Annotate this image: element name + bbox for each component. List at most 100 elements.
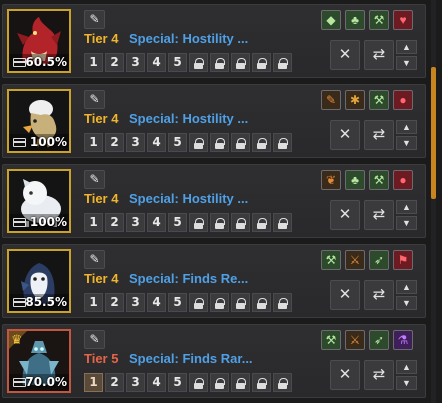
- wasp-skill-icon[interactable]: ✱: [345, 90, 365, 110]
- special-ability-label[interactable]: Special: Hostility ...: [129, 111, 248, 126]
- fish-skill-icon[interactable]: ◆: [321, 10, 341, 30]
- level-1-button[interactable]: 1: [84, 373, 103, 392]
- potion-skill-icon[interactable]: ⚗: [393, 330, 413, 350]
- axe-skill-icon[interactable]: ⚔: [345, 330, 365, 350]
- move-up-button[interactable]: ▲: [396, 280, 417, 294]
- unequip-tools-button[interactable]: ✕: [330, 200, 360, 230]
- level-1-button[interactable]: 1: [84, 213, 103, 232]
- move-up-button[interactable]: ▲: [396, 360, 417, 374]
- pencil-icon: ✎: [89, 12, 100, 26]
- meat-skill-icon[interactable]: ●: [393, 170, 413, 190]
- leaf-skill-icon[interactable]: ❦: [321, 170, 341, 190]
- unequip-tools-button[interactable]: ✕: [330, 40, 360, 70]
- level-1-button[interactable]: 1: [84, 293, 103, 312]
- tier-label: Tier 4: [84, 191, 119, 206]
- move-up-button[interactable]: ▲: [396, 120, 417, 134]
- edit-name-button[interactable]: ✎: [84, 250, 105, 269]
- shovel-skill-icon[interactable]: ⚑: [393, 250, 413, 270]
- transfer-button[interactable]: ⇄: [364, 280, 394, 310]
- level-5-button[interactable]: 5: [168, 133, 187, 152]
- locked-slot-lock-icon: [231, 133, 250, 152]
- level-2-button[interactable]: 2: [105, 133, 124, 152]
- meat-skill-icon[interactable]: ●: [393, 90, 413, 110]
- creature-card[interactable]: 60.5% ✎ Tier 4 Special: Hostility ... 1 …: [2, 4, 426, 78]
- scrollbar-thumb[interactable]: [431, 67, 436, 199]
- move-down-button[interactable]: ▼: [396, 296, 417, 310]
- locked-slot-lock-icon: [252, 213, 271, 232]
- edit-name-button[interactable]: ✎: [84, 170, 105, 189]
- level-1-button[interactable]: 1: [84, 53, 103, 72]
- edit-name-button[interactable]: ✎: [84, 330, 105, 349]
- creature-portrait[interactable]: 100%: [7, 169, 71, 233]
- unequip-tools-button[interactable]: ✕: [330, 280, 360, 310]
- pickaxe-skill-icon[interactable]: ⚒: [321, 330, 341, 350]
- level-5-button[interactable]: 5: [168, 53, 187, 72]
- percent-value: 100%: [29, 215, 67, 229]
- level-2-button[interactable]: 2: [105, 213, 124, 232]
- move-up-button[interactable]: ▲: [396, 40, 417, 54]
- branch-skill-icon[interactable]: ✎: [321, 90, 341, 110]
- pickaxe-skill-icon[interactable]: ⚒: [369, 170, 389, 190]
- reorder-controls: ▲ ▼: [396, 280, 417, 310]
- level-2-button[interactable]: 2: [105, 373, 124, 392]
- reorder-controls: ▲ ▼: [396, 360, 417, 390]
- level-4-button[interactable]: 4: [147, 213, 166, 232]
- creature-card[interactable]: 100% ✎ Tier 4 Special: Hostility ... 1 2…: [2, 164, 426, 238]
- move-down-button[interactable]: ▼: [396, 56, 417, 70]
- level-5-button[interactable]: 5: [168, 293, 187, 312]
- clover-skill-icon[interactable]: ♣: [345, 10, 365, 30]
- pickaxe-skill-icon[interactable]: ⚒: [369, 10, 389, 30]
- feather-skill-icon[interactable]: ➶: [369, 330, 389, 350]
- transfer-button[interactable]: ⇄: [364, 40, 394, 70]
- creature-portrait[interactable]: 60.5%: [7, 9, 71, 73]
- transfer-button[interactable]: ⇄: [364, 360, 394, 390]
- creature-portrait[interactable]: 85.5%: [7, 249, 71, 313]
- unequip-tools-button[interactable]: ✕: [330, 360, 360, 390]
- level-4-button[interactable]: 4: [147, 53, 166, 72]
- pickaxe-skill-icon[interactable]: ⚒: [321, 250, 341, 270]
- scroll-track[interactable]: [431, 0, 436, 403]
- move-down-button[interactable]: ▼: [396, 136, 417, 150]
- creature-portrait[interactable]: ♛ 70.0%: [7, 329, 71, 393]
- creature-portrait[interactable]: 100%: [7, 89, 71, 153]
- special-ability-label[interactable]: Special: Finds Rar...: [129, 351, 253, 366]
- pickaxe-skill-icon[interactable]: ⚒: [369, 90, 389, 110]
- level-5-button[interactable]: 5: [168, 373, 187, 392]
- level-3-button[interactable]: 3: [126, 293, 145, 312]
- special-ability-label[interactable]: Special: Finds Re...: [129, 271, 248, 286]
- axe-skill-icon[interactable]: ⚔: [345, 250, 365, 270]
- transfer-button[interactable]: ⇄: [364, 200, 394, 230]
- level-2-button[interactable]: 2: [105, 293, 124, 312]
- creature-card[interactable]: ♛ 70.0% ✎ Tier 5 Special: Finds Rar... 1…: [2, 324, 426, 398]
- special-ability-label[interactable]: Special: Hostility ...: [129, 191, 248, 206]
- level-3-button[interactable]: 3: [126, 213, 145, 232]
- move-up-button[interactable]: ▲: [396, 200, 417, 214]
- unequip-tools-button[interactable]: ✕: [330, 120, 360, 150]
- level-3-button[interactable]: 3: [126, 133, 145, 152]
- level-5-button[interactable]: 5: [168, 213, 187, 232]
- level-4-button[interactable]: 4: [147, 133, 166, 152]
- transfer-arrows-icon: ⇄: [372, 366, 386, 383]
- feather-skill-icon[interactable]: ➶: [369, 250, 389, 270]
- heart-skill-icon[interactable]: ♥: [393, 10, 413, 30]
- special-ability-label[interactable]: Special: Hostility ...: [129, 31, 248, 46]
- level-4-button[interactable]: 4: [147, 293, 166, 312]
- level-3-button[interactable]: 3: [126, 373, 145, 392]
- clover-skill-icon[interactable]: ♣: [345, 170, 365, 190]
- locked-slot-lock-icon: [273, 293, 292, 312]
- edit-name-button[interactable]: ✎: [84, 10, 105, 29]
- creature-card[interactable]: 100% ✎ Tier 4 Special: Hostility ... 1 2…: [2, 84, 426, 158]
- level-4-button[interactable]: 4: [147, 373, 166, 392]
- creature-card[interactable]: 85.5% ✎ Tier 4 Special: Finds Re... 1 2 …: [2, 244, 426, 318]
- transfer-arrows-icon: ⇄: [372, 206, 386, 223]
- transfer-button[interactable]: ⇄: [364, 120, 394, 150]
- tier-label: Tier 4: [84, 111, 119, 126]
- level-2-button[interactable]: 2: [105, 53, 124, 72]
- move-down-button[interactable]: ▼: [396, 376, 417, 390]
- level-3-button[interactable]: 3: [126, 53, 145, 72]
- move-down-button[interactable]: ▼: [396, 216, 417, 230]
- pencil-icon: ✎: [89, 332, 100, 346]
- level-1-button[interactable]: 1: [84, 133, 103, 152]
- locked-slot-lock-icon: [210, 373, 229, 392]
- edit-name-button[interactable]: ✎: [84, 90, 105, 109]
